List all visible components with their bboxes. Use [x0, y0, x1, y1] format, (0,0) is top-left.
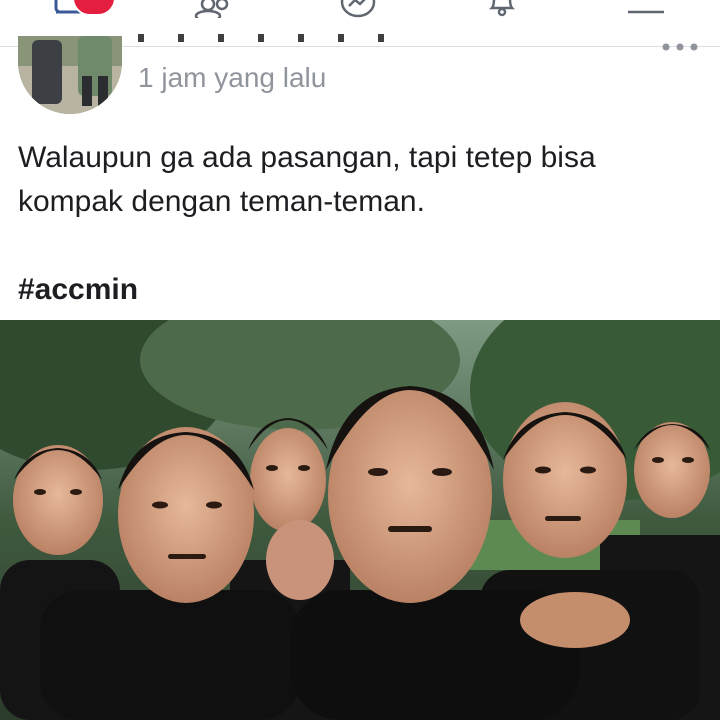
post-text-line-1: Walaupun ga ada pasangan, tapi tetep bis…	[18, 141, 596, 174]
author-avatar[interactable]	[18, 36, 122, 114]
post-hashtag[interactable]: #accmin	[18, 268, 138, 312]
post-text-line-2: kompak dengan teman-teman.	[18, 185, 425, 218]
post-text: Walaupun ga ada pasangan, tapi tetep bis…	[18, 136, 708, 224]
post-photo[interactable]	[0, 320, 720, 720]
author-name-cropped[interactable]	[138, 34, 408, 46]
menu-icon[interactable]	[626, 0, 666, 18]
notifications-icon[interactable]	[482, 0, 522, 18]
post-timestamp[interactable]: 1 jam yang lalu	[138, 60, 326, 96]
facebook-mobile-post-screen: 1 jam yang lalu Walaupun ga ada pasangan…	[0, 0, 720, 720]
messenger-icon[interactable]	[338, 0, 378, 18]
more-options-icon[interactable]	[660, 40, 700, 52]
friends-icon[interactable]	[194, 0, 234, 18]
